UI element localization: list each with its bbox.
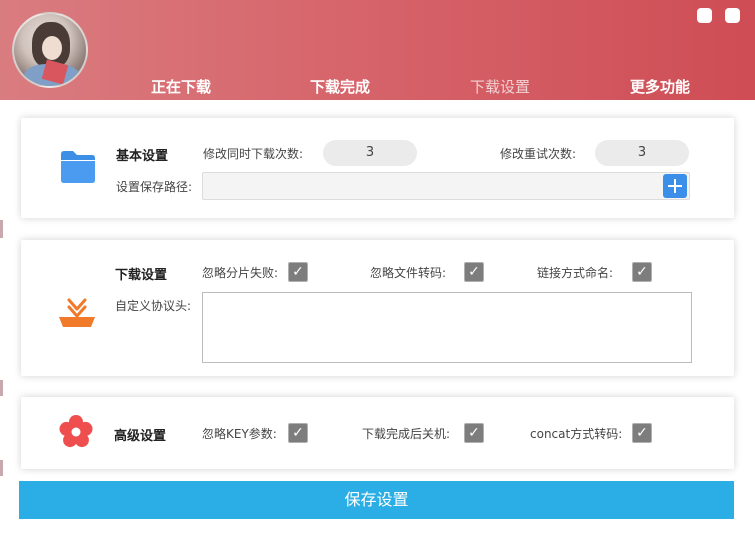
link-naming-label: 链接方式命名:: [537, 266, 614, 280]
ignore-fragment-fail-label: 忽略分片失败:: [202, 266, 279, 280]
tab-more[interactable]: 更多功能: [610, 76, 710, 96]
ignore-key-label: 忽略KEY参数:: [202, 427, 277, 441]
custom-header-label: 自定义协议头:: [115, 299, 192, 313]
download-tray-icon: [59, 298, 95, 327]
window-edge-mark: [0, 220, 3, 238]
basic-settings-title: 基本设置: [116, 149, 169, 164]
flower-icon: [59, 415, 93, 448]
ignore-file-transcode-label: 忽略文件转码:: [370, 266, 447, 280]
folder-icon: [61, 151, 95, 183]
basic-settings-card: 基本设置 修改同时下载次数: 3 修改重试次数: 3 设置保存路径:: [21, 118, 734, 218]
link-naming-checkbox[interactable]: ✓: [632, 262, 652, 282]
tab-downloading[interactable]: 正在下载: [131, 76, 231, 96]
custom-header-textarea[interactable]: [202, 292, 692, 363]
shutdown-after-checkbox[interactable]: ✓: [464, 423, 484, 443]
avatar[interactable]: [12, 12, 88, 88]
save-path-label: 设置保存路径:: [116, 180, 193, 194]
concat-transcode-label: concat方式转码:: [530, 427, 623, 441]
tab-completed[interactable]: 下载完成: [290, 76, 390, 96]
ignore-file-transcode-checkbox[interactable]: ✓: [464, 262, 484, 282]
add-path-button[interactable]: [663, 174, 687, 198]
tab-settings[interactable]: 下载设置: [450, 76, 550, 96]
advanced-settings-card: 高级设置 忽略KEY参数: ✓ 下载完成后关机: ✓ concat方式转码: ✓: [21, 397, 734, 469]
app-header: 正在下载 下载完成 下载设置 更多功能: [0, 0, 755, 100]
save-settings-button[interactable]: 保存设置: [19, 481, 734, 519]
close-button[interactable]: [725, 8, 740, 23]
save-path-input[interactable]: [202, 172, 690, 200]
ignore-fragment-fail-checkbox[interactable]: ✓: [288, 262, 308, 282]
download-settings-card: 下载设置 忽略分片失败: ✓ 忽略文件转码: ✓ 链接方式命名: ✓ 自定义协议…: [21, 240, 734, 376]
minimize-button[interactable]: [697, 8, 712, 23]
download-settings-title: 下载设置: [115, 268, 168, 283]
window-edge-mark: [0, 460, 3, 476]
retry-count-label: 修改重试次数:: [500, 147, 577, 161]
advanced-settings-title: 高级设置: [114, 429, 167, 444]
shutdown-after-label: 下载完成后关机:: [362, 427, 451, 441]
ignore-key-checkbox[interactable]: ✓: [288, 423, 308, 443]
concurrent-downloads-input[interactable]: 3: [323, 140, 417, 166]
retry-count-input[interactable]: 3: [595, 140, 689, 166]
concurrent-downloads-label: 修改同时下载次数:: [203, 147, 304, 161]
concat-transcode-checkbox[interactable]: ✓: [632, 423, 652, 443]
window-edge-mark: [0, 380, 3, 396]
